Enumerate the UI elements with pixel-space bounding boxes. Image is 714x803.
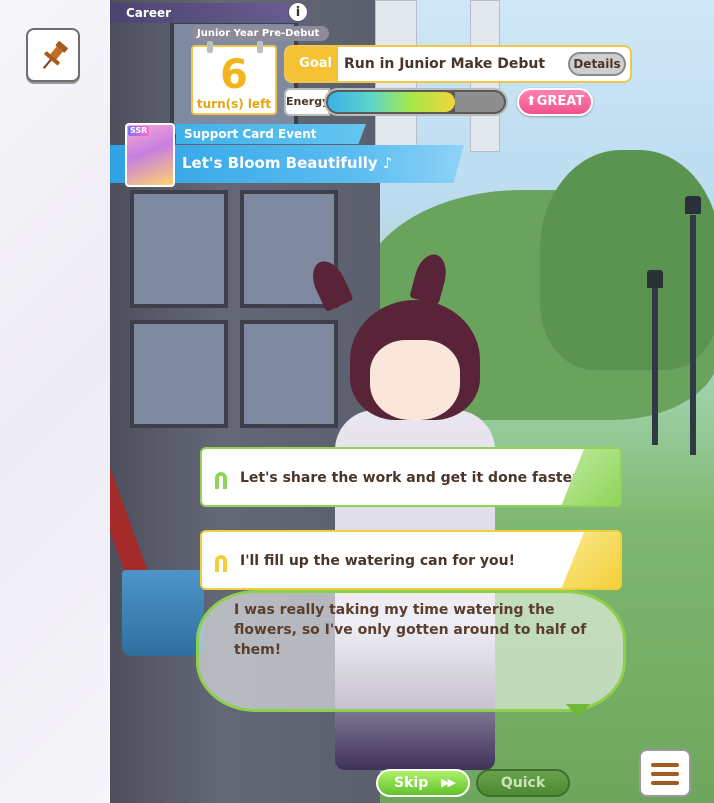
skip-label: Skip: [394, 775, 429, 791]
goal-text: Run in Junior Make Debut: [344, 56, 546, 72]
support-card-thumbnail[interactable]: SSR: [125, 123, 175, 187]
choice-accent: [560, 532, 620, 588]
year-label: Junior Year Pre-Debut: [191, 26, 329, 41]
career-label: Career: [110, 3, 310, 23]
goal-label: Goal: [286, 47, 338, 81]
dialogue-text: I was really taking my time watering the…: [234, 602, 587, 658]
hamburger-menu-icon[interactable]: [639, 749, 691, 797]
ssr-badge: SSR: [128, 126, 150, 136]
energy-fill: [328, 92, 455, 112]
skip-button[interactable]: Skip ▶▶: [376, 769, 470, 797]
choice-text: Let's share the work and get it done fas…: [240, 470, 586, 486]
turns-number: 6: [220, 52, 248, 98]
street-lamp-head: [647, 270, 663, 288]
choice-option-2[interactable]: I'll fill up the watering can for you!: [200, 530, 622, 590]
mood-button[interactable]: ⬆GREAT: [517, 88, 593, 116]
turns-label: turn(s) left: [196, 97, 272, 111]
fast-forward-icon: ▶▶: [441, 776, 456, 789]
choice-option-1[interactable]: Let's share the work and get it done fas…: [200, 447, 622, 507]
pushpin-icon: [42, 41, 68, 69]
energy-bar: [324, 88, 508, 116]
horseshoe-icon: [215, 472, 227, 489]
quick-button[interactable]: Quick: [476, 769, 570, 797]
goal-label-text: Goal: [299, 56, 332, 71]
horseshoe-icon: [215, 555, 227, 572]
goal-panel: Goal Run in Junior Make Debut Details: [284, 45, 632, 83]
street-lamp-head: [685, 196, 701, 214]
mood-label: GREAT: [536, 94, 585, 109]
pin-button[interactable]: [26, 28, 80, 82]
up-arrow-icon: ⬆: [525, 94, 537, 109]
info-icon[interactable]: i: [288, 2, 308, 22]
background-trees-2: [540, 150, 714, 370]
street-lamp: [652, 285, 658, 445]
details-button[interactable]: Details: [568, 52, 626, 76]
water-bucket: [122, 570, 204, 656]
choice-text: I'll fill up the watering can for you!: [240, 553, 516, 569]
left-sidebar: [0, 0, 110, 803]
event-type-label: Support Card Event: [176, 124, 366, 144]
energy-empty: [455, 92, 504, 112]
turns-calendar: 6 turn(s) left: [191, 41, 277, 115]
street-lamp: [690, 215, 696, 455]
next-arrow-icon: [566, 704, 590, 718]
